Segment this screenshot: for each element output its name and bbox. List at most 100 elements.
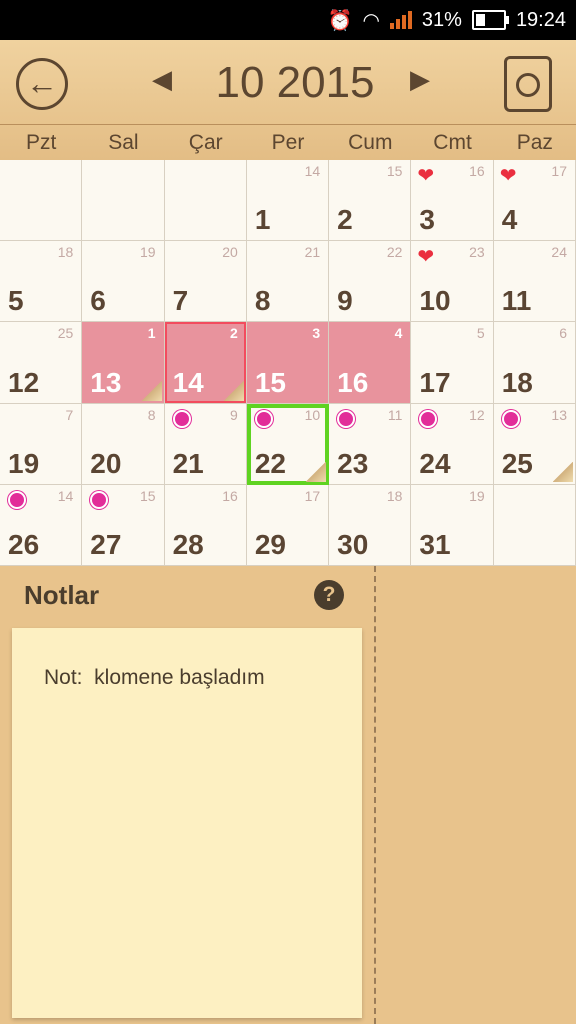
alarm-icon: ⏰ [327,9,353,32]
battery-percent: 31% [421,8,462,31]
note-paper[interactable]: Not: klomene başladım [12,628,362,1018]
cycle-day-label: 18 [386,487,403,504]
weekday-label: Per [271,131,305,154]
day-number: 14 [172,366,204,398]
weekday-label: Pzt [25,131,57,154]
day-cell[interactable]: 15 2 [329,160,412,242]
day-cell[interactable]: 24 11 [493,241,576,323]
day-number: 15 [254,366,286,398]
battery-icon [471,10,509,30]
day-cell[interactable]: 14 1 [246,160,330,242]
cycle-day-label: 14 [304,163,321,179]
day-cell[interactable]: 4 16 [329,322,412,404]
cycle-day-label: 18 [57,244,74,261]
day-cell[interactable]: 13 25 [493,403,576,485]
cycle-day-label: 20 [222,244,238,261]
cycle-day-label: 19 [469,487,485,504]
ovulation-icon [501,409,520,428]
day-number: 31 [419,528,451,560]
cycle-day-label: 3 [312,325,321,342]
weekday-label: Çar [188,131,223,154]
day-number: 19 [8,447,40,479]
day-cell[interactable]: 20 7 [164,241,247,323]
prev-arrow-icon[interactable]: ◀ [152,64,172,95]
cycle-day-label: 19 [139,244,156,261]
day-cell[interactable]: 19 31 [411,484,494,566]
heart-icon: ❤ [417,246,435,269]
status-bar: ⏰ ◠ 31% 19:24 [0,0,576,40]
day-cell[interactable]: 21 8 [246,241,330,323]
day-number: 6 [90,285,106,317]
day-number: 30 [337,528,369,560]
note-corner-icon [306,461,327,482]
cycle-day-label: 22 [386,244,403,261]
day-cell[interactable]: 17 4 ❤ [493,160,576,242]
day-number: 29 [254,528,286,560]
day-cell [0,160,83,242]
cycle-day-label: 11 [387,406,403,423]
cycle-day-label: 9 [230,406,238,423]
day-number: 10 [419,285,451,317]
day-cell[interactable]: 23 10 ❤ [411,241,494,323]
day-cell[interactable]: 2 14 [164,322,247,404]
day-cell[interactable]: 5 17 [411,322,494,404]
day-number: 24 [419,447,451,479]
next-arrow-icon[interactable]: ▶ [410,64,430,95]
cycle-day-label: 8 [147,406,156,423]
day-cell[interactable]: 17 29 [246,484,330,566]
day-number: 8 [254,285,271,317]
report-icon[interactable] [504,56,552,112]
day-number: 13 [90,366,122,398]
divider [374,566,376,1024]
day-number: 21 [172,447,204,479]
weekday-label: Paz [516,131,553,154]
day-cell[interactable]: 8 20 [82,403,165,485]
ovulation-icon [419,409,438,428]
day-cell[interactable]: 1 13 [82,322,165,404]
weekday-label: Cum [348,131,393,154]
cycle-day-label: 16 [469,163,485,179]
cycle-day-label: 10 [304,406,321,423]
day-cell[interactable]: 11 23 [329,403,412,485]
day-number: 5 [8,285,24,317]
day-number: 3 [419,204,435,236]
day-cell[interactable]: 18 30 [329,484,412,566]
day-number: 11 [501,285,532,317]
day-cell[interactable]: 15 27 [82,484,165,566]
cycle-day-label: 15 [139,487,156,504]
cycle-day-label: 6 [559,325,567,342]
weekday-row: Pzt Sal Çar Per Cum Cmt Paz [0,124,576,161]
day-cell[interactable]: 22 9 [329,241,412,323]
day-number: 18 [501,366,533,398]
day-cell[interactable]: 10 22 [246,403,330,485]
day-cell[interactable]: 16 3 ❤ [411,160,494,242]
day-cell[interactable]: 6 18 [493,322,576,404]
help-icon[interactable]: ? [314,580,344,610]
day-number: 25 [501,447,533,479]
day-number: 26 [8,528,40,560]
notes-panel: Notlar ? Not: klomene başladım [0,566,576,1024]
day-cell[interactable]: 7 19 [0,403,83,485]
ovulation-icon [254,409,273,428]
heart-icon: ❤ [417,165,435,187]
clock: 19:24 [515,8,566,31]
day-number: 17 [419,366,451,398]
cycle-day-label: 16 [222,487,238,504]
day-cell[interactable]: 18 5 [0,241,83,323]
cycle-day-label: 5 [476,325,485,342]
day-cell[interactable]: 12 24 [411,403,494,485]
day-cell[interactable]: 9 21 [164,403,247,485]
signal-icon [389,11,412,29]
day-cell[interactable]: 16 28 [164,484,247,566]
day-cell[interactable]: 25 12 [0,322,83,404]
cycle-day-label: 1 [147,325,156,342]
day-cell[interactable]: 14 26 [0,484,83,566]
cycle-day-label: 2 [230,325,238,342]
day-number: 4 [501,204,518,236]
day-cell[interactable]: 19 6 [82,241,165,323]
back-arrow-icon[interactable]: ← [16,58,68,110]
cycle-day-label: 24 [551,244,567,261]
day-cell[interactable]: 3 15 [246,322,330,404]
day-number: 20 [90,447,122,479]
weekday-label: Sal [108,131,139,154]
